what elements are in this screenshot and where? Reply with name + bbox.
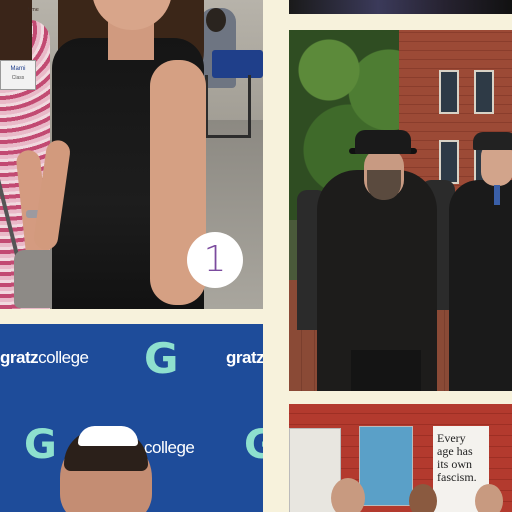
event-photo-women[interactable]: Marni Class ᵗⁱᵐᵉ 1 bbox=[0, 0, 263, 309]
cropped-photo-top[interactable] bbox=[289, 0, 512, 14]
tattoo-text: ᵗⁱᵐᵉ bbox=[28, 6, 39, 15]
fedora-hat bbox=[355, 130, 411, 154]
gratz-college-speaker-photo[interactable]: gratzcollege G gratz G college G bbox=[0, 324, 263, 512]
exhibit-photo[interactable]: Every age has its own fascism. bbox=[289, 404, 512, 512]
man-hat-legs bbox=[351, 350, 421, 391]
gratz-college-wordmark: gratzcollege bbox=[0, 348, 89, 367]
visitor-face bbox=[331, 478, 365, 512]
gratz-g-logo-icon: G bbox=[24, 422, 57, 468]
name-badge-name: Marni bbox=[10, 66, 26, 72]
exhibit-poster-illustration bbox=[359, 426, 413, 506]
name-badge: Marni Class bbox=[0, 60, 36, 90]
photo-number-badge[interactable]: 1 bbox=[187, 232, 243, 288]
gratz-g-logo-icon: G bbox=[144, 334, 179, 383]
building-window bbox=[439, 140, 459, 184]
name-badge-subtitle: Class bbox=[11, 75, 25, 81]
background-table bbox=[212, 50, 263, 78]
building-window bbox=[474, 70, 494, 114]
gratz-wordmark-cropped: gratz bbox=[226, 348, 263, 367]
visitor-face bbox=[409, 484, 437, 512]
blue-tie bbox=[494, 185, 500, 205]
flat-cap bbox=[473, 132, 512, 150]
street-photo-men[interactable] bbox=[289, 30, 512, 391]
gratz-g-logo-icon: G bbox=[244, 422, 263, 468]
white-kippah bbox=[78, 426, 138, 446]
man-hat-beard bbox=[367, 170, 401, 200]
building-window bbox=[439, 70, 459, 114]
quote-line: fascism. bbox=[437, 470, 477, 484]
visitor-face bbox=[475, 484, 503, 512]
background-guest-head bbox=[206, 8, 226, 32]
background-chair bbox=[205, 75, 251, 138]
gratz-college-wordmark-partial: college bbox=[144, 438, 195, 457]
man-cap-coat bbox=[449, 180, 512, 391]
